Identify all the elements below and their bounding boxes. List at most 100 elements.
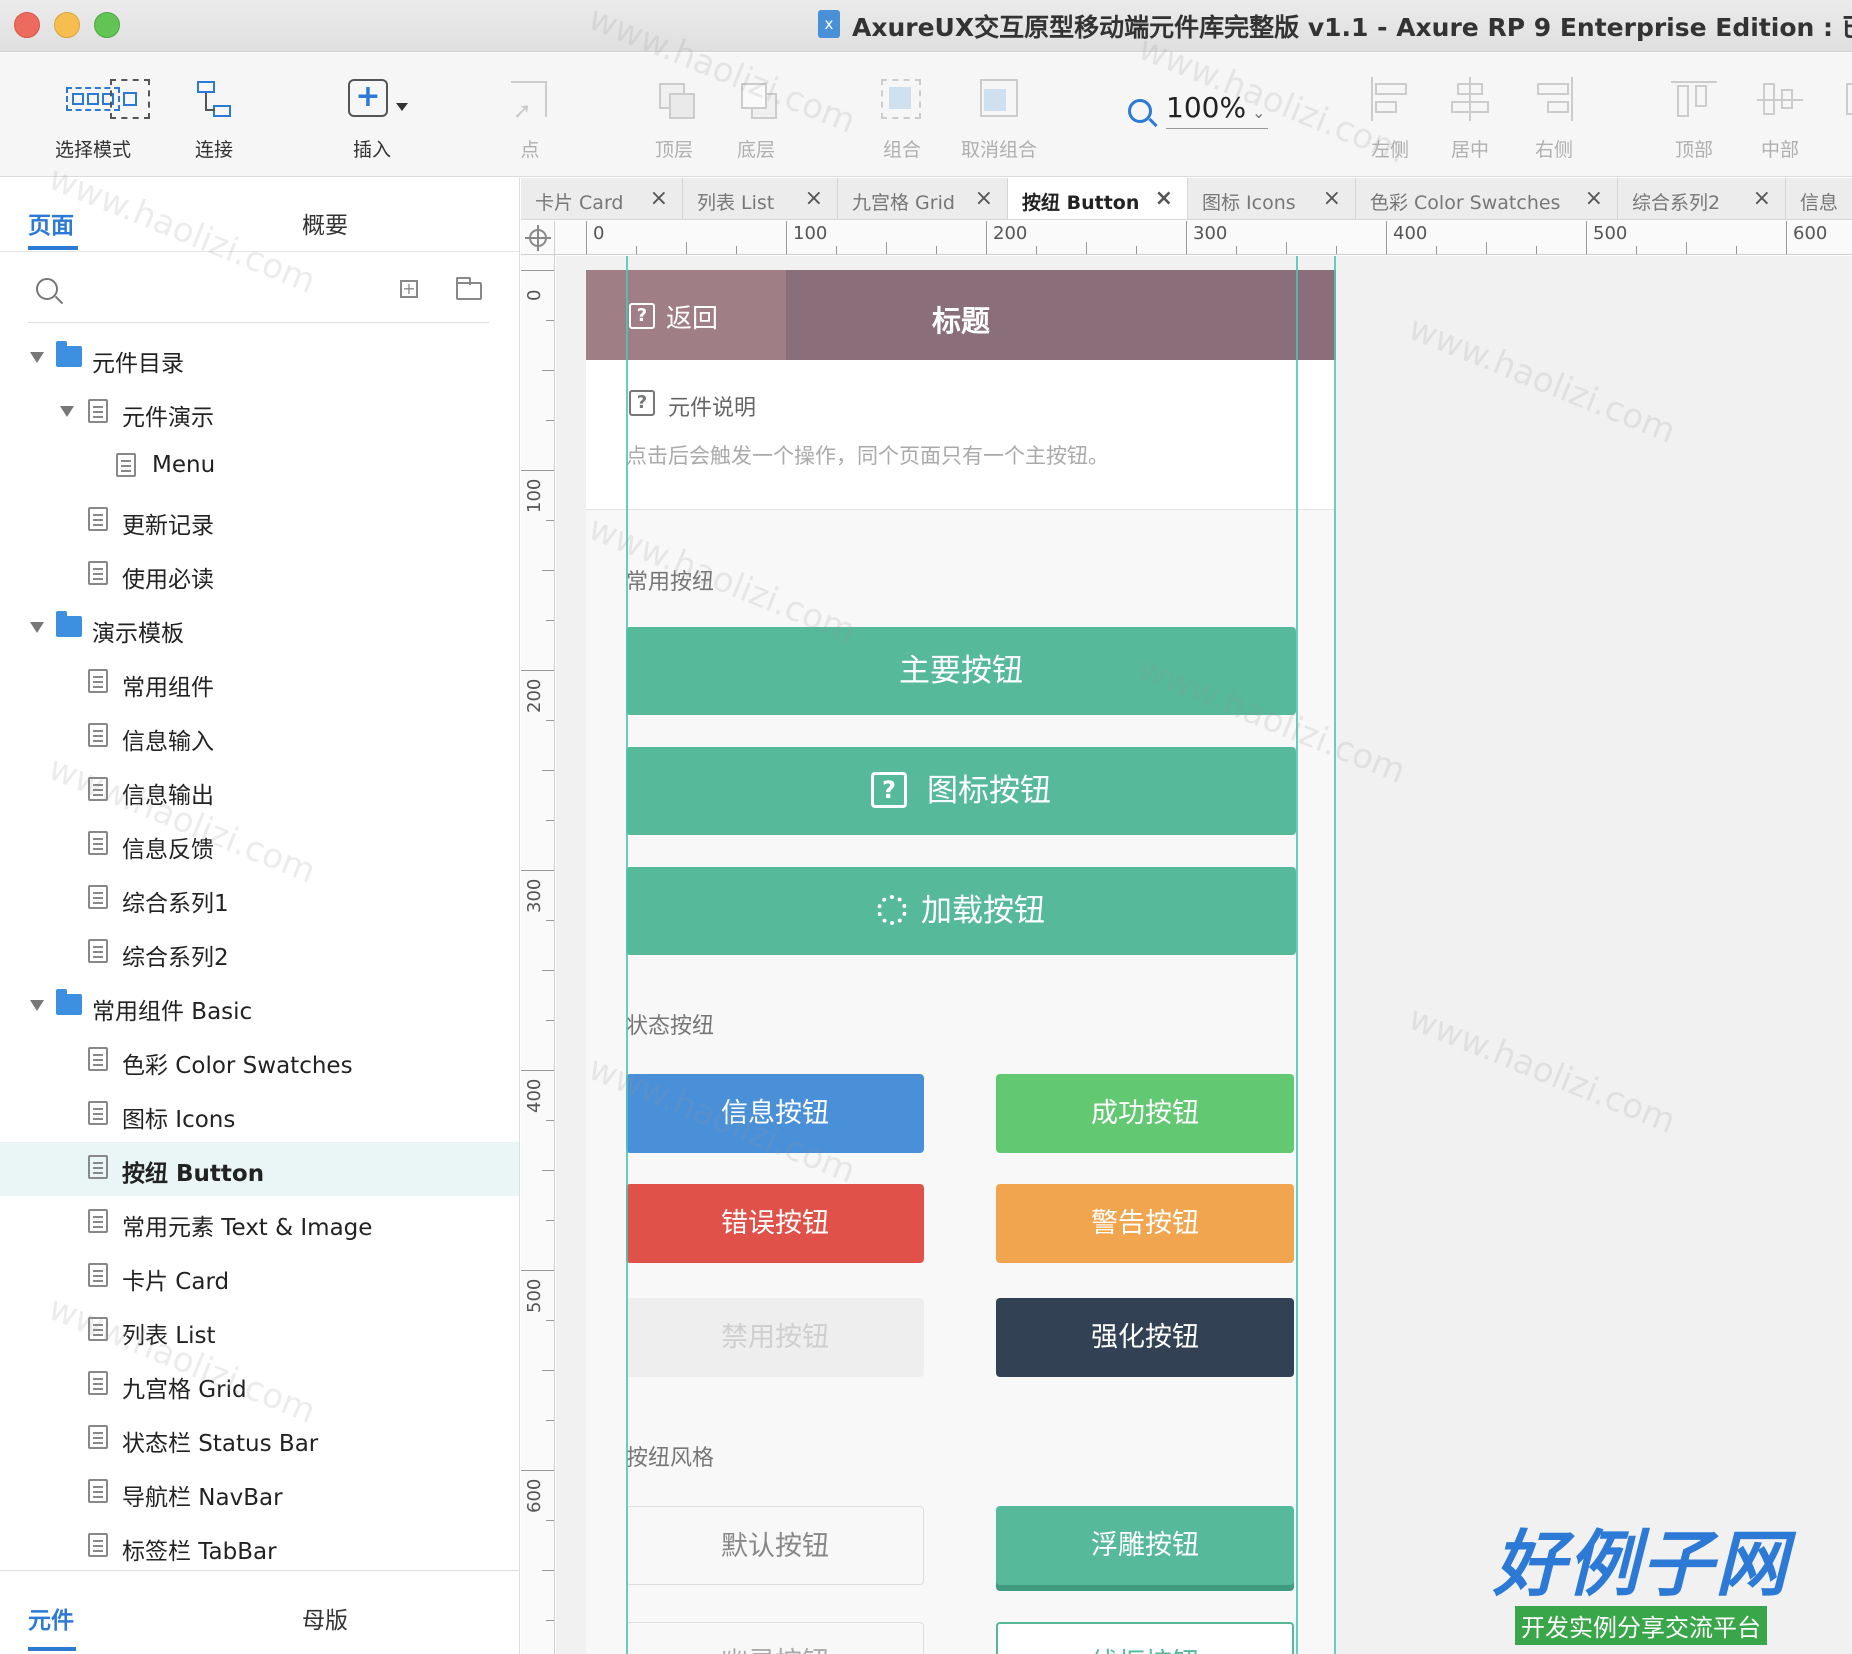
guide-line[interactable] xyxy=(1334,256,1336,1654)
tree-page-must-read[interactable]: 使用必读 xyxy=(0,548,519,602)
raised-button[interactable]: 浮雕按钮 xyxy=(996,1506,1294,1585)
page-icon xyxy=(88,885,108,909)
group-tool[interactable]: 组合 xyxy=(872,53,932,176)
expand-arrow-icon[interactable] xyxy=(30,1000,44,1011)
primary-button[interactable]: 主要按钮 xyxy=(626,627,1296,715)
add-page-icon[interactable]: + xyxy=(400,280,418,298)
tree-folder-basic[interactable]: 常用组件 Basic xyxy=(0,980,519,1034)
align-center-tool[interactable]: 居中 xyxy=(1440,53,1500,176)
tree-page-series-2[interactable]: 综合系列2 xyxy=(0,926,519,980)
search-divider xyxy=(28,322,489,323)
align-right-tool[interactable]: 右侧 xyxy=(1524,53,1584,176)
box-select-tool[interactable] xyxy=(100,53,160,176)
folder-icon xyxy=(56,611,82,637)
tree-page-element-demo[interactable]: 元件演示 xyxy=(0,386,519,440)
tree-folder-demo-templates[interactable]: 演示模板 xyxy=(0,602,519,656)
tab-outline[interactable]: 概要 xyxy=(302,206,348,240)
tree-page-card[interactable]: 卡片 Card xyxy=(0,1250,519,1304)
guide-line[interactable] xyxy=(626,256,628,1654)
close-window-button[interactable] xyxy=(14,12,40,38)
maximize-window-button[interactable] xyxy=(94,12,120,38)
ruler-number: 100 xyxy=(524,478,545,513)
point-tool[interactable]: ➚ 点 xyxy=(502,53,558,176)
doc-tab-card[interactable]: 卡片 Card × xyxy=(521,178,683,219)
align-left-icon xyxy=(1363,75,1417,123)
tree-folder-element-catalog[interactable]: 元件目录 xyxy=(0,332,519,386)
close-icon[interactable]: × xyxy=(1323,186,1341,211)
close-icon[interactable]: × xyxy=(650,186,668,211)
align-middle-tool[interactable]: 中部 xyxy=(1750,53,1810,176)
page-icon xyxy=(88,1479,108,1503)
page-icon xyxy=(88,1101,108,1125)
tree-page-info-feedback[interactable]: 信息反馈 xyxy=(0,818,519,872)
default-button[interactable]: 默认按钮 xyxy=(626,1506,924,1585)
expand-arrow-icon[interactable] xyxy=(30,622,44,633)
doc-tab-series-2[interactable]: 综合系列2 × xyxy=(1618,178,1786,219)
loading-button[interactable]: 加载按钮 xyxy=(626,867,1296,955)
tree-page-series-1[interactable]: 综合系列1 xyxy=(0,872,519,926)
close-icon[interactable]: × xyxy=(1155,186,1173,211)
tree-item-label: 元件演示 xyxy=(122,405,214,431)
tree-page-grid[interactable]: 九宫格 Grid xyxy=(0,1358,519,1412)
zoom-control[interactable]: 100% ⌄ xyxy=(1124,89,1274,139)
close-icon[interactable]: × xyxy=(805,186,823,211)
close-icon[interactable]: × xyxy=(1585,186,1603,211)
success-button[interactable]: 成功按钮 xyxy=(996,1074,1294,1153)
close-icon[interactable]: × xyxy=(975,186,993,211)
tree-item-label: 导航栏 NavBar xyxy=(122,1485,283,1511)
doc-tab-grid[interactable]: 九宫格 Grid × xyxy=(838,178,1008,219)
error-button[interactable]: 错误按钮 xyxy=(626,1184,924,1263)
tree-page-button[interactable]: 按纽 Button xyxy=(0,1142,519,1196)
ungroup-icon xyxy=(972,75,1026,123)
align-bottom-tool[interactable] xyxy=(1836,53,1852,176)
tree-item-label: 信息输出 xyxy=(122,783,214,809)
tree-page-list[interactable]: 列表 List xyxy=(0,1304,519,1358)
tree-page-tabbar[interactable]: 标签栏 TabBar xyxy=(0,1520,519,1574)
search-icon[interactable] xyxy=(36,278,58,300)
ungroup-tool[interactable]: 取消组合 xyxy=(954,53,1044,176)
design-canvas[interactable]: ? 返回 标题 ? 元件说明 点击后会触发一个操作，同个页面只有一个主按钮。 常… xyxy=(556,256,1852,1654)
plain-button[interactable]: 幽灵按钮 xyxy=(626,1622,924,1654)
connect-tool[interactable]: 连接 xyxy=(184,53,244,176)
add-folder-icon[interactable] xyxy=(456,277,482,300)
align-left-tool[interactable]: 左侧 xyxy=(1360,53,1420,176)
emphasis-button[interactable]: 强化按钮 xyxy=(996,1298,1294,1377)
tree-item-label: 综合系列1 xyxy=(122,891,229,917)
guide-line[interactable] xyxy=(1296,256,1298,1654)
tree-page-icons[interactable]: 图标 Icons xyxy=(0,1088,519,1142)
align-top-tool[interactable]: 顶部 xyxy=(1664,53,1724,176)
tree-page-text-image[interactable]: 常用元素 Text & Image xyxy=(0,1196,519,1250)
insert-tool[interactable]: + 插入 xyxy=(336,53,408,176)
close-icon[interactable]: × xyxy=(1753,186,1771,211)
tree-page-common-components[interactable]: 常用组件 xyxy=(0,656,519,710)
mobile-navbar[interactable]: ? 返回 标题 xyxy=(586,270,1336,360)
outline-button[interactable]: 线框按钮 xyxy=(996,1622,1294,1654)
tree-page-menu[interactable]: Menu xyxy=(0,440,519,494)
info-button[interactable]: 信息按钮 xyxy=(626,1074,924,1153)
doc-tab-button[interactable]: 按纽 Button × xyxy=(1008,178,1188,219)
warning-button[interactable]: 警告按钮 xyxy=(996,1184,1294,1263)
tree-page-changelog[interactable]: 更新记录 xyxy=(0,494,519,548)
doc-tab-icons[interactable]: 图标 Icons × xyxy=(1188,178,1356,219)
tree-page-navbar[interactable]: 导航栏 NavBar xyxy=(0,1466,519,1520)
tab-pages[interactable]: 页面 xyxy=(28,206,74,240)
tree-page-info-output[interactable]: 信息输出 xyxy=(0,764,519,818)
icon-button[interactable]: ? 图标按钮 xyxy=(626,747,1296,835)
bring-front-tool[interactable]: 顶层 xyxy=(640,53,708,176)
expand-arrow-icon[interactable] xyxy=(60,406,74,417)
tree-page-color-swatches[interactable]: 色彩 Color Swatches xyxy=(0,1034,519,1088)
doc-tab-color-swatches[interactable]: 色彩 Color Swatches × xyxy=(1356,178,1618,219)
ruler-number: 300 xyxy=(1193,223,1228,244)
tab-libraries[interactable]: 元件 xyxy=(28,1601,74,1635)
tab-masters[interactable]: 母版 xyxy=(302,1601,348,1635)
doc-tab-list[interactable]: 列表 List × xyxy=(683,178,838,219)
expand-arrow-icon[interactable] xyxy=(30,352,44,363)
send-back-tool[interactable]: 底层 xyxy=(722,53,790,176)
minimize-window-button[interactable] xyxy=(54,12,80,38)
tree-page-status-bar[interactable]: 状态栏 Status Bar xyxy=(0,1412,519,1466)
doc-tab-info[interactable]: 信息 xyxy=(1786,178,1852,219)
ruler-origin[interactable] xyxy=(521,221,555,255)
tree-item-label: 常用组件 Basic xyxy=(92,999,253,1025)
tree-page-info-input[interactable]: 信息输入 xyxy=(0,710,519,764)
align-right-icon xyxy=(1527,75,1581,123)
